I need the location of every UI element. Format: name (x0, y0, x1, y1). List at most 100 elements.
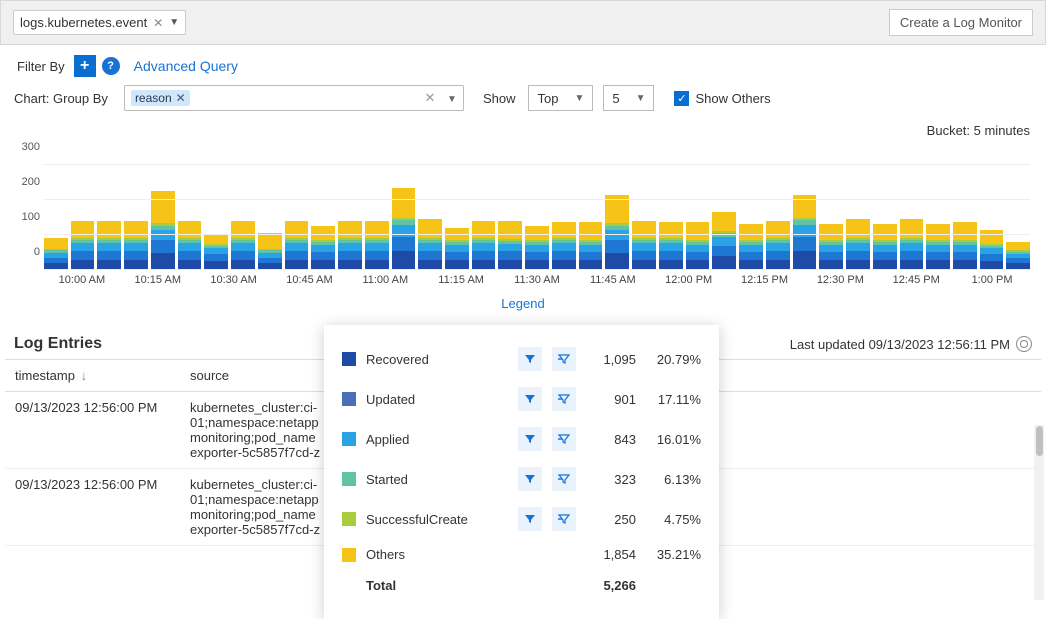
bar-stack[interactable] (900, 165, 924, 270)
gear-icon[interactable] (1016, 336, 1032, 352)
bar-segment (285, 251, 309, 260)
bar-segment (231, 251, 255, 260)
legend-label: Legend (501, 296, 544, 311)
bar-stack[interactable] (338, 165, 362, 270)
chevron-down-icon[interactable]: ▼ (169, 17, 179, 28)
bar-segment (819, 245, 843, 252)
group-by-input[interactable]: reason ✕ ✕ ▼ (124, 85, 464, 111)
bar-stack[interactable] (44, 165, 68, 270)
chart-controls-row: Chart: Group By reason ✕ ✕ ▼ Show Top ▼ … (14, 85, 1032, 111)
bar-segment (258, 233, 282, 249)
x-tick: 12:15 PM (727, 274, 803, 286)
filter-out-icon[interactable] (552, 347, 576, 371)
bar-segment (365, 221, 389, 238)
legend-toggle[interactable]: Legend (0, 286, 1046, 317)
bar-stack[interactable] (846, 165, 870, 270)
group-by-chip[interactable]: reason ✕ (131, 90, 190, 106)
legend-count: 1,854 (586, 547, 636, 562)
bar-stack[interactable] (97, 165, 121, 270)
filter-out-icon[interactable] (552, 507, 576, 531)
close-icon[interactable]: ✕ (176, 91, 186, 105)
help-icon[interactable]: ? (102, 57, 120, 75)
bar-segment (231, 243, 255, 251)
filter-out-icon[interactable] (552, 387, 576, 411)
bar-stack[interactable] (819, 165, 843, 270)
bar-segment (392, 237, 416, 251)
filter-in-icon[interactable] (518, 427, 542, 451)
create-monitor-button[interactable]: Create a Log Monitor (889, 9, 1033, 36)
checkbox-checked-icon[interactable]: ✓ (674, 91, 689, 106)
bar-stack[interactable] (151, 165, 175, 270)
bar-stack[interactable] (926, 165, 950, 270)
legend-item: Others1,85435.21% (342, 539, 701, 570)
bar-stack[interactable] (980, 165, 1004, 270)
x-tick: 12:30 PM (802, 274, 878, 286)
bar-segment (525, 252, 549, 260)
chevron-down-icon[interactable]: ▼ (447, 94, 457, 105)
bar-stack[interactable] (418, 165, 442, 270)
bar-segment (97, 221, 121, 238)
bar-segment (204, 234, 228, 245)
bar-segment (472, 243, 496, 251)
bar-segment (579, 252, 603, 260)
bar-stack[interactable] (178, 165, 202, 270)
close-icon[interactable]: ✕ (153, 16, 163, 30)
bar-stack[interactable] (285, 165, 309, 270)
bar-stack[interactable] (498, 165, 522, 270)
bar-stack[interactable] (525, 165, 549, 270)
col-timestamp[interactable]: timestamp ↓ (5, 360, 180, 392)
bar-stack[interactable] (445, 165, 469, 270)
filter-out-icon[interactable] (552, 427, 576, 451)
filter-in-icon[interactable] (518, 467, 542, 491)
bar-stack[interactable] (873, 165, 897, 270)
bar-stack[interactable] (231, 165, 255, 270)
bar-stack[interactable] (659, 165, 683, 270)
bar-segment (71, 251, 95, 260)
bar-segment (766, 243, 790, 251)
bar-segment (418, 243, 442, 251)
bar-stack[interactable] (579, 165, 603, 270)
bar-stack[interactable] (552, 165, 576, 270)
filter-in-icon[interactable] (518, 507, 542, 531)
bar-segment (151, 191, 175, 223)
bar-segment (285, 221, 309, 238)
source-tag[interactable]: logs.kubernetes.event ✕ ▼ (13, 10, 186, 35)
last-updated: Last updated 09/13/2023 12:56:11 PM (790, 336, 1032, 352)
bar-stack[interactable] (686, 165, 710, 270)
bar-segment (498, 251, 522, 260)
bar-stack[interactable] (365, 165, 389, 270)
filter-in-icon[interactable] (518, 347, 542, 371)
bar-stack[interactable] (793, 165, 817, 270)
scrollbar[interactable] (1034, 425, 1044, 600)
show-count-select[interactable]: 5 ▼ (603, 85, 654, 111)
scrollbar-thumb[interactable] (1036, 426, 1043, 456)
bar-stack[interactable] (258, 165, 282, 270)
bar-stack[interactable] (124, 165, 148, 270)
show-others-toggle[interactable]: ✓ Show Others (674, 91, 770, 106)
bar-stack[interactable] (739, 165, 763, 270)
bar-segment (819, 252, 843, 260)
bar-stack[interactable] (1006, 165, 1030, 270)
x-tick: 12:00 PM (651, 274, 727, 286)
legend-item: Updated90117.11% (342, 379, 701, 419)
bar-stack[interactable] (953, 165, 977, 270)
bar-stack[interactable] (71, 165, 95, 270)
bar-stack[interactable] (605, 165, 629, 270)
filter-out-icon[interactable] (552, 467, 576, 491)
bar-stack[interactable] (766, 165, 790, 270)
bar-stack[interactable] (311, 165, 335, 270)
bar-segment (338, 243, 362, 251)
bar-segment (178, 221, 202, 238)
bar-stack[interactable] (392, 165, 416, 270)
filter-in-icon[interactable] (518, 387, 542, 411)
add-filter-button[interactable]: + (74, 55, 96, 77)
bar-stack[interactable] (632, 165, 656, 270)
show-others-label: Show Others (695, 91, 770, 106)
chevron-down-icon: ▼ (574, 93, 584, 104)
bar-stack[interactable] (204, 165, 228, 270)
show-mode-select[interactable]: Top ▼ (528, 85, 593, 111)
advanced-query-link[interactable]: Advanced Query (134, 58, 238, 74)
clear-icon[interactable]: ✕ (425, 90, 436, 105)
bar-stack[interactable] (712, 165, 736, 270)
bar-stack[interactable] (472, 165, 496, 270)
